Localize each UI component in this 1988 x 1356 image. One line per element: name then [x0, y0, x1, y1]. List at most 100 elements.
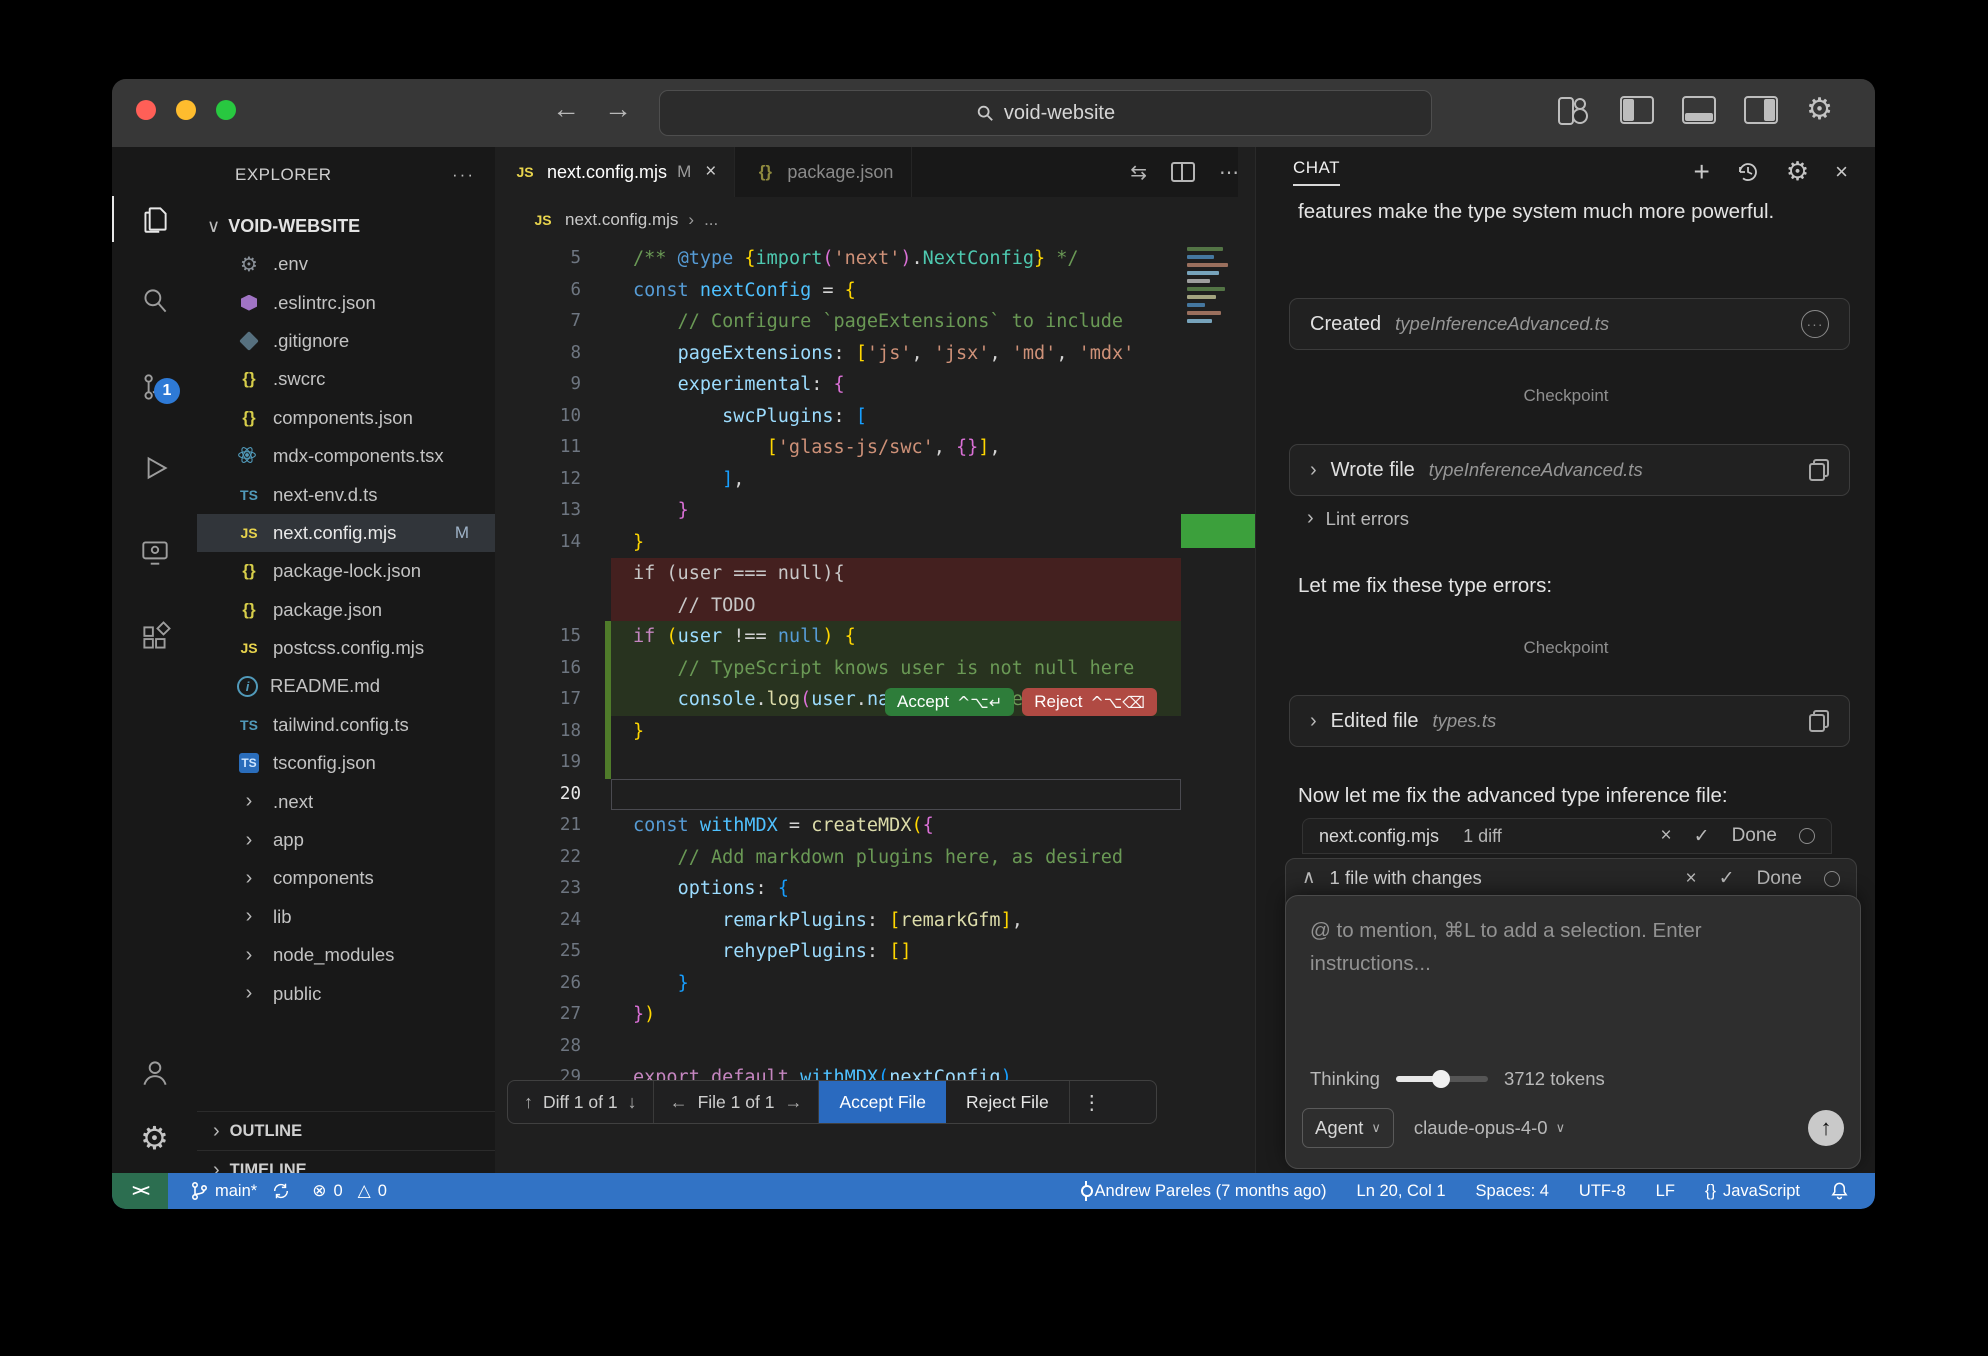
open-changes-icon[interactable]: ⇆	[1130, 160, 1147, 185]
edited-file-card[interactable]: › Edited file types.ts	[1289, 695, 1850, 747]
slider-knob[interactable]	[1432, 1070, 1450, 1088]
window-maximize-button[interactable]	[216, 100, 236, 120]
file-row--env[interactable]: ⚙.env	[197, 245, 495, 283]
code-line-15[interactable]: 15if (user !== null) {	[495, 621, 1181, 653]
window-close-button[interactable]	[136, 100, 156, 120]
accept-file-button[interactable]: Accept File	[819, 1081, 946, 1123]
code-line-22[interactable]: 22 // Add markdown plugins here, as desi…	[495, 842, 1181, 874]
blame-item[interactable]: Andrew Pareles (7 months ago)	[1084, 1181, 1327, 1201]
code-line-23[interactable]: 23 options: {	[495, 873, 1181, 905]
extensions-icon[interactable]	[112, 607, 197, 669]
eol-item[interactable]: LF	[1656, 1182, 1675, 1201]
copy-icon[interactable]	[1809, 459, 1829, 481]
code-line-19[interactable]: 19	[495, 747, 1181, 779]
code-line-27[interactable]: 27})	[495, 999, 1181, 1031]
source-control-icon[interactable]: 1	[112, 356, 197, 418]
toggle-secondary-sidebar-icon[interactable]	[1744, 96, 1778, 124]
file-row-public[interactable]: ›public	[197, 974, 495, 1012]
checkpoint-marker[interactable]: Checkpoint	[1256, 386, 1875, 406]
settings-gear-icon[interactable]: ⚙	[1806, 95, 1833, 125]
file-row-tsconfig-json[interactable]: TStsconfig.json	[197, 744, 495, 782]
wrote-file-card[interactable]: › Wrote file typeInferenceAdvanced.ts	[1289, 444, 1850, 496]
accept-diff-button[interactable]: Accept ^⌥↵	[885, 688, 1014, 716]
chat-input-box[interactable]: @ to mention, ⌘L to add a selection. Ent…	[1285, 895, 1861, 1169]
minimap[interactable]	[1181, 243, 1238, 1173]
file-row-components[interactable]: ›components	[197, 859, 495, 897]
reject-diff-button[interactable]: Reject ^⌥⌫	[1022, 688, 1157, 716]
chat-close-icon[interactable]: ×	[1835, 159, 1848, 185]
root-folder-row[interactable]: ∨ VOID-WEBSITE	[207, 207, 495, 245]
command-center-search[interactable]: void-website	[659, 90, 1432, 136]
file-row-lib[interactable]: ›lib	[197, 898, 495, 936]
window-minimize-button[interactable]	[176, 100, 196, 120]
language-item[interactable]: {} JavaScript	[1705, 1182, 1800, 1201]
explorer-icon[interactable]	[112, 188, 197, 250]
file-row-package-json[interactable]: {}package.json	[197, 591, 495, 629]
remote-explorer-icon[interactable]	[112, 521, 197, 583]
split-editor-icon[interactable]	[1171, 162, 1195, 182]
next-file-icon[interactable]: →	[784, 1092, 802, 1113]
file-row-postcss-config-mjs[interactable]: JSpostcss.config.mjs	[197, 629, 495, 667]
file-row-next-config-mjs[interactable]: JSnext.config.mjsM	[197, 514, 495, 552]
tab-next-config-mjs[interactable]: JS next.config.mjs M ×	[495, 147, 735, 197]
thinking-slider[interactable]	[1396, 1076, 1488, 1082]
customize-layout-icon[interactable]	[1558, 97, 1592, 123]
code-line-8[interactable]: 8 pageExtensions: ['js', 'jsx', 'md', 'm…	[495, 338, 1181, 370]
pending-diff-row[interactable]: next.config.mjs 1 diff × ✓ Done	[1302, 818, 1832, 854]
code-line-11[interactable]: 11 ['glass-js/swc', {}],	[495, 432, 1181, 464]
toggle-panel-icon[interactable]	[1682, 96, 1716, 124]
checkpoint-marker[interactable]: Checkpoint	[1256, 638, 1875, 658]
send-button[interactable]: ↑	[1808, 1110, 1844, 1146]
code-line-5[interactable]: 5/** @type {import('next').NextConfig} *…	[495, 243, 1181, 275]
git-branch-item[interactable]: main*	[190, 1181, 290, 1201]
lint-errors-row[interactable]: › Lint errors	[1307, 507, 1409, 530]
code-line-diff[interactable]: if (user === null){	[495, 558, 1181, 590]
close-tab-icon[interactable]: ×	[705, 161, 716, 183]
file-row-tailwind-config-ts[interactable]: TStailwind.config.ts	[197, 706, 495, 744]
reject-all-x-icon[interactable]: ×	[1686, 868, 1697, 890]
chevron-up-icon[interactable]: ∧	[1302, 867, 1316, 888]
file-row-readme-md[interactable]: iREADME.md	[197, 667, 495, 705]
accept-all-check-icon[interactable]: ✓	[1719, 867, 1735, 890]
explorer-more-icon[interactable]: ···	[452, 165, 475, 185]
chat-tab[interactable]: CHAT	[1293, 158, 1340, 186]
file-row--gitignore[interactable]: .gitignore	[197, 322, 495, 360]
outline-section[interactable]: › OUTLINE	[197, 1111, 495, 1151]
encoding-item[interactable]: UTF-8	[1579, 1182, 1626, 1201]
manage-gear-icon[interactable]: ⚙	[112, 1107, 197, 1169]
remote-indicator[interactable]: ><	[112, 1173, 168, 1209]
code-line-25[interactable]: 25 rehypePlugins: []	[495, 936, 1181, 968]
file-row-node-modules[interactable]: ›node_modules	[197, 936, 495, 974]
new-chat-icon[interactable]: +	[1693, 156, 1709, 188]
code-line-9[interactable]: 9 experimental: {	[495, 369, 1181, 401]
notifications-bell-icon[interactable]	[1830, 1181, 1849, 1201]
breadcrumb[interactable]: JS next.config.mjs › ...	[495, 197, 1255, 243]
file-row-mdx-components-tsx[interactable]: mdx-components.tsx	[197, 437, 495, 475]
prev-diff-icon[interactable]: ↑	[524, 1092, 533, 1113]
problems-item[interactable]: ⊗ 0 △ 0	[312, 1181, 387, 1201]
back-arrow-icon[interactable]: ←	[552, 93, 580, 125]
code-line-7[interactable]: 7 // Configure `pageExtensions` to inclu…	[495, 306, 1181, 338]
search-sidebar-icon[interactable]	[112, 270, 197, 332]
code-line-28[interactable]: 28	[495, 1031, 1181, 1063]
diffbar-more-icon[interactable]: ⋮	[1070, 1081, 1114, 1123]
ellipsis-icon[interactable]: ···	[1801, 310, 1829, 338]
code-line-21[interactable]: 21const withMDX = createMDX({	[495, 810, 1181, 842]
code-line-6[interactable]: 6const nextConfig = {	[495, 275, 1181, 307]
tab-package-json[interactable]: {} package.json	[735, 147, 912, 197]
code-line-26[interactable]: 26 }	[495, 968, 1181, 1000]
copy-icon[interactable]	[1809, 710, 1829, 732]
file-row--eslintrc-json[interactable]: .eslintrc.json	[197, 283, 495, 321]
code-line-14[interactable]: 14}	[495, 527, 1181, 559]
code-line-20[interactable]: 20	[495, 779, 1181, 811]
file-row--next[interactable]: ›.next	[197, 782, 495, 820]
reject-x-icon[interactable]: ×	[1661, 825, 1672, 847]
toggle-primary-sidebar-icon[interactable]	[1620, 96, 1654, 124]
indentation-item[interactable]: Spaces: 4	[1476, 1182, 1549, 1201]
history-icon[interactable]	[1736, 160, 1760, 184]
mode-dropdown[interactable]: Agent ∨	[1302, 1108, 1394, 1148]
code-editor[interactable]: 5/** @type {import('next').NextConfig} *…	[495, 243, 1181, 1094]
cursor-position-item[interactable]: Ln 20, Col 1	[1357, 1182, 1446, 1201]
run-debug-icon[interactable]	[112, 437, 197, 499]
file-row-app[interactable]: ›app	[197, 821, 495, 859]
